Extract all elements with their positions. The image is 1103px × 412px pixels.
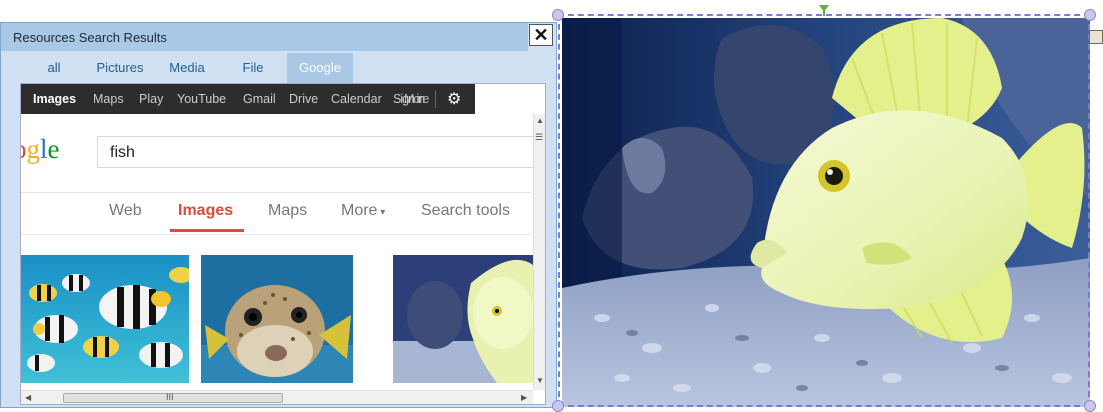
tab-pictures[interactable]: Pictures [89,53,151,83]
logo-letter: e [47,134,60,164]
active-tab-underline [170,229,244,232]
image-result-striped-fish[interactable] [21,255,189,383]
context-menu-icon[interactable] [1089,30,1103,44]
gbar-gmail[interactable]: Gmail [243,92,276,106]
gbar-drive[interactable]: Drive [289,92,318,106]
fish-photo[interactable] [562,18,1090,407]
gbar-more[interactable]: More [404,92,430,106]
scroll-grip-icon: ☰ [535,132,544,142]
scroll-thumb-grip: III [166,392,174,402]
gbar-maps[interactable]: Maps [93,92,124,106]
scroll-left-arrow-icon[interactable]: ◀ [25,393,31,402]
google-top-bar: Images Maps Play YouTube Gmail Drive Cal… [21,84,475,114]
resources-search-panel: Resources Search Results ✕ all Pictures … [0,22,557,408]
google-logo-text: ogle [21,134,60,164]
resize-handle-bottom-right[interactable] [1084,400,1096,412]
gbar-youtube[interactable]: YouTube [177,92,226,106]
nav-more-label: More [341,202,378,219]
horizontal-scroll-thumb[interactable]: III [63,392,283,403]
search-input[interactable]: fish [97,136,545,168]
nav-search-tools[interactable]: Search tools [421,202,510,220]
chevron-down-icon: ▾ [377,207,386,218]
nav-maps[interactable]: Maps [268,202,307,220]
gbar-separator [435,90,436,108]
resize-handle-top-left[interactable] [552,9,564,21]
resize-handle-top-right[interactable] [1084,9,1096,21]
nav-images[interactable]: Images [178,202,233,220]
scroll-right-arrow-icon[interactable]: ▶ [521,393,527,402]
horizontal-scrollbar[interactable]: ◀ III ▶ [21,390,533,404]
gbar-images[interactable]: Images [33,92,76,106]
gear-icon[interactable]: ⚙ [447,89,461,109]
gbar-play[interactable]: Play [139,92,163,106]
divider [21,234,531,235]
nav-web[interactable]: Web [109,202,142,220]
tab-file[interactable]: File [233,53,273,83]
panel-title: Resources Search Results [13,30,167,45]
google-logo: ogle [21,134,60,165]
tab-all[interactable]: all [39,53,69,83]
divider [21,192,531,193]
resource-tabs: all Pictures Media File Google [1,53,557,83]
tab-media[interactable]: Media [161,53,213,83]
nav-more[interactable]: More ▾ [341,202,385,220]
scroll-down-arrow-icon[interactable]: ▼ [536,376,544,385]
close-button[interactable]: ✕ [529,24,553,46]
resize-handle-bottom-left[interactable] [552,400,564,412]
panel-title-bar: Resources Search Results [1,23,528,51]
gbar-calendar[interactable]: Calendar [331,92,382,106]
scroll-up-arrow-icon[interactable]: ▲ [536,116,544,125]
logo-letter: g [26,134,41,164]
image-result-yellow-tang[interactable] [393,255,533,383]
logo-letter: l [40,134,48,164]
image-result-pufferfish[interactable] [201,255,353,383]
rotate-handle-icon[interactable] [818,4,830,16]
tab-google[interactable]: Google [287,53,353,83]
google-browser-frame: Images Maps Play YouTube Gmail Drive Cal… [20,83,546,405]
vertical-scrollbar[interactable]: ▲ ☰ ▼ [533,114,545,390]
